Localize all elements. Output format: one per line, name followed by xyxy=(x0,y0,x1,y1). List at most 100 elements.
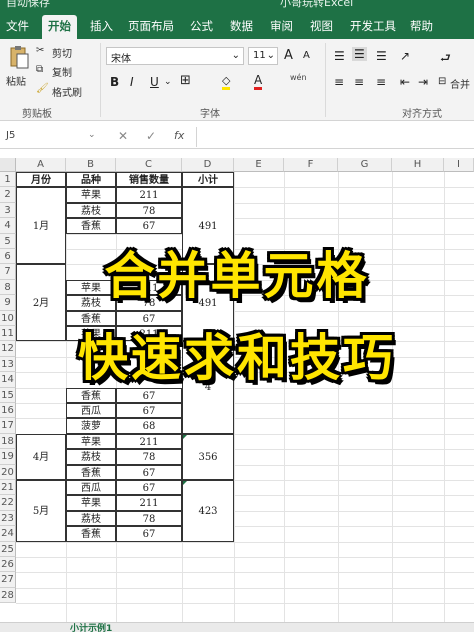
merged-month-cell[interactable]: 5月 xyxy=(16,480,66,542)
sales-qty-cell[interactable]: 211 xyxy=(116,433,182,450)
sales-qty-cell[interactable]: 67 xyxy=(116,218,182,234)
bold-button[interactable]: B xyxy=(110,75,119,89)
sales-qty-cell[interactable]: 78 xyxy=(116,510,182,527)
header-month[interactable]: 月份 xyxy=(16,172,66,188)
row-header[interactable]: 25 xyxy=(0,541,16,557)
variety-cell[interactable]: 香蕉 xyxy=(66,218,116,234)
row-header[interactable]: 1 xyxy=(0,172,16,188)
cut-icon[interactable]: ✂ xyxy=(36,45,44,56)
row-header[interactable]: 16 xyxy=(0,403,16,419)
merge-button[interactable]: 合并 xyxy=(450,76,470,91)
column-header-d[interactable]: D xyxy=(182,158,234,172)
align-center-icon[interactable]: ≡ xyxy=(354,75,364,89)
tab-help[interactable]: 帮助 xyxy=(410,18,433,34)
column-header-f[interactable]: F xyxy=(284,158,338,172)
copy-icon[interactable]: ⧉ xyxy=(36,64,43,75)
tab-insert[interactable]: 插入 xyxy=(90,18,113,34)
align-top-icon[interactable]: ☰ xyxy=(334,49,345,63)
row-header[interactable]: 3 xyxy=(0,202,16,219)
merge-cells-icon[interactable]: ⊟ xyxy=(438,76,446,87)
row-header[interactable]: 18 xyxy=(0,433,16,450)
row-header[interactable]: 28 xyxy=(0,587,16,604)
align-bottom-icon[interactable]: ☰ xyxy=(376,49,387,63)
variety-cell[interactable]: 菠萝 xyxy=(66,418,116,434)
column-header-c[interactable]: C xyxy=(116,158,182,172)
merged-subtotal-cell[interactable]: 356 xyxy=(182,433,234,480)
autosave-label[interactable]: 自动保存 xyxy=(6,0,50,10)
underline-button[interactable]: U xyxy=(150,75,159,89)
confirm-icon[interactable]: ✓ xyxy=(146,129,156,143)
column-header-g[interactable]: G xyxy=(338,158,392,172)
format-painter-button[interactable]: 格式刷 xyxy=(52,84,82,99)
sales-qty-cell[interactable]: 211 xyxy=(116,187,182,203)
sales-qty-cell[interactable]: 211 xyxy=(116,495,182,511)
align-right-icon[interactable]: ≡ xyxy=(376,75,386,89)
row-header[interactable]: 17 xyxy=(0,418,16,434)
variety-cell[interactable]: 西瓜 xyxy=(66,403,116,419)
name-box[interactable]: J5 xyxy=(6,130,15,141)
variety-cell[interactable]: 荔枝 xyxy=(66,510,116,527)
variety-cell[interactable]: 荔枝 xyxy=(66,449,116,465)
cancel-icon[interactable]: ✕ xyxy=(118,129,128,143)
header-subtotal[interactable]: 小计 xyxy=(182,172,234,188)
tab-formulas[interactable]: 公式 xyxy=(190,18,213,34)
paste-icon[interactable] xyxy=(8,45,30,71)
tab-view[interactable]: 视图 xyxy=(310,18,333,34)
sales-qty-cell[interactable]: 78 xyxy=(116,202,182,219)
column-header-h[interactable]: H xyxy=(392,158,444,172)
variety-cell[interactable]: 苹果 xyxy=(66,495,116,511)
borders-icon[interactable]: ⊞ xyxy=(180,73,191,88)
column-header-a[interactable]: A xyxy=(16,158,66,172)
wrap-text-icon[interactable]: ⮐ xyxy=(440,49,451,70)
font-size-select[interactable]: 11 ⌄ xyxy=(248,47,278,65)
tab-data[interactable]: 数据 xyxy=(230,18,253,34)
column-header-b[interactable]: B xyxy=(66,158,116,172)
variety-cell[interactable]: 香蕉 xyxy=(66,464,116,480)
variety-cell[interactable]: 苹果 xyxy=(66,433,116,450)
variety-cell[interactable]: 荔枝 xyxy=(66,202,116,219)
orientation-icon[interactable]: ↗ xyxy=(400,49,410,63)
variety-cell[interactable]: 西瓜 xyxy=(66,480,116,496)
row-header[interactable]: 22 xyxy=(0,495,16,511)
copy-button[interactable]: 复制 xyxy=(52,64,72,79)
align-middle-icon[interactable]: ☰ xyxy=(352,47,367,61)
align-left-icon[interactable]: ≡ xyxy=(334,75,344,89)
tab-developer[interactable]: 开发工具 xyxy=(350,18,396,34)
sales-qty-cell[interactable]: 68 xyxy=(116,418,182,434)
row-header[interactable]: 27 xyxy=(0,572,16,588)
indent-icon[interactable]: ⇤ xyxy=(400,75,410,89)
font-name-select[interactable]: 宋体 ⌄ xyxy=(106,47,244,65)
tab-home[interactable]: 开始 xyxy=(42,15,77,39)
merged-subtotal-cell[interactable]: 423 xyxy=(182,480,234,542)
tab-file[interactable]: 文件 xyxy=(6,18,29,34)
row-header[interactable]: 24 xyxy=(0,526,16,542)
column-header-i[interactable]: I xyxy=(444,158,474,172)
sales-qty-cell[interactable]: 67 xyxy=(116,403,182,419)
indent-increase-icon[interactable]: ⇥ xyxy=(418,75,428,89)
sales-qty-cell[interactable]: 67 xyxy=(116,464,182,480)
row-header[interactable]: 21 xyxy=(0,480,16,496)
insert-function-button[interactable]: fx xyxy=(174,129,184,142)
sales-qty-cell[interactable]: 67 xyxy=(116,480,182,496)
column-header-e[interactable]: E xyxy=(234,158,284,172)
sales-qty-cell[interactable]: 78 xyxy=(116,449,182,465)
header-variety[interactable]: 品种 xyxy=(66,172,116,188)
font-color-button[interactable]: A xyxy=(254,73,263,90)
chevron-down-icon[interactable]: ⌄ xyxy=(164,77,172,87)
variety-cell[interactable]: 苹果 xyxy=(66,187,116,203)
format-painter-icon[interactable]: 🖌 xyxy=(36,83,49,94)
row-header[interactable]: 23 xyxy=(0,510,16,527)
tab-review[interactable]: 审阅 xyxy=(270,18,293,34)
formula-input[interactable] xyxy=(196,127,474,147)
variety-cell[interactable]: 香蕉 xyxy=(66,526,116,542)
header-sales-qty[interactable]: 销售数量 xyxy=(116,172,182,188)
row-header[interactable]: 2 xyxy=(0,187,16,203)
row-header[interactable]: 20 xyxy=(0,464,16,480)
sheet-tab-active[interactable]: 小计示例1 xyxy=(70,621,112,632)
tab-page-layout[interactable]: 页面布局 xyxy=(128,18,174,34)
phonetic-button[interactable]: wén xyxy=(290,73,307,82)
chevron-down-icon[interactable]: ⌄ xyxy=(88,130,96,140)
row-header[interactable]: 26 xyxy=(0,557,16,573)
row-header[interactable]: 19 xyxy=(0,449,16,465)
merged-month-cell[interactable]: 4月 xyxy=(16,433,66,480)
